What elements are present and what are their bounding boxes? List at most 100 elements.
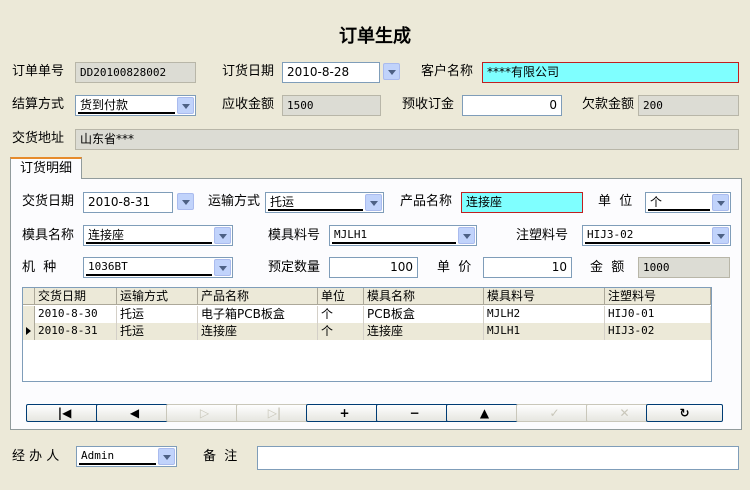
receivable-label: 应收金额 (222, 97, 275, 112)
unit-select[interactable]: 个 (645, 192, 731, 213)
order-date-label: 订货日期 (222, 64, 275, 79)
chevron-down-icon[interactable] (158, 448, 175, 465)
grid-header-indicator (23, 288, 35, 305)
column-header[interactable]: 产品名称 (198, 288, 318, 305)
customer-field[interactable]: ****有限公司 (482, 62, 739, 83)
amount-field: 1000 (638, 257, 730, 278)
mold-name-select[interactable]: 连接座 (83, 225, 233, 246)
cell[interactable]: 2010-8-31 (35, 323, 117, 340)
cell[interactable]: 托运 (117, 306, 198, 323)
injection-select[interactable]: HIJ3-02 (582, 225, 731, 246)
cell[interactable]: MJLH2 (484, 306, 605, 323)
mold-material-select[interactable]: MJLH1 (329, 225, 477, 246)
receivable-field: 1500 (282, 95, 381, 116)
chevron-down-icon[interactable] (214, 227, 231, 244)
unit-label: 单 位 (598, 194, 633, 209)
column-header[interactable]: 模具料号 (484, 288, 605, 305)
cell[interactable]: PCB板盒 (364, 306, 484, 323)
injection-label: 注塑料号 (516, 228, 569, 243)
machine-label: 机 种 (22, 260, 57, 275)
current-row-pointer-icon (26, 327, 31, 335)
chevron-down-icon[interactable] (365, 194, 382, 211)
product-field[interactable]: 连接座 (461, 192, 583, 213)
qty-field[interactable]: 100 (329, 257, 418, 278)
handler-select[interactable]: Admin (76, 446, 177, 467)
order-date-field[interactable]: 2010-8-28 (282, 62, 380, 83)
first-record-button[interactable]: |◀ (26, 404, 103, 422)
arrears-label: 欠款金额 (582, 97, 635, 112)
prior-record-button[interactable]: ◀ (96, 404, 173, 422)
delivery-date-field[interactable]: 2010-8-31 (83, 192, 173, 213)
edit-record-button[interactable]: ▲ (446, 404, 523, 422)
address-label: 交货地址 (12, 131, 65, 146)
mold-name-value: 连接座 (86, 227, 212, 244)
post-record-button[interactable]: ✓ (516, 404, 593, 422)
table-row[interactable]: 2010-8-30 托运 电子箱PCB板盒 个 PCB板盒 MJLH2 HIJ0… (23, 306, 711, 323)
cell[interactable]: 连接座 (364, 323, 484, 340)
cell[interactable]: 2010-8-30 (35, 306, 117, 323)
row-indicator (23, 306, 35, 323)
price-field[interactable]: 10 (483, 257, 572, 278)
product-label: 产品名称 (400, 194, 453, 209)
grid-header: 交货日期 运输方式 产品名称 单位 模具名称 模具料号 注塑料号 (23, 288, 711, 305)
last-record-button[interactable]: ▷| (236, 404, 313, 422)
cell[interactable]: MJLH1 (484, 323, 605, 340)
cell[interactable]: 电子箱PCB板盒 (198, 306, 318, 323)
table-row-selected[interactable]: 2010-8-31 托运 连接座 个 连接座 MJLH1 HIJ3-02 (23, 323, 711, 340)
handler-label: 经 办 人 (12, 449, 60, 464)
column-header[interactable]: 交货日期 (35, 288, 117, 305)
deposit-field[interactable]: 0 (462, 95, 562, 116)
tab-order-details[interactable]: 订货明细 (10, 157, 82, 179)
machine-select[interactable]: 1036BT (83, 257, 233, 278)
column-header[interactable]: 单位 (318, 288, 364, 305)
customer-label: 客户名称 (421, 64, 474, 79)
cell[interactable]: 托运 (117, 323, 198, 340)
settlement-select[interactable]: 货到付款 (75, 95, 196, 116)
transport-label: 运输方式 (208, 194, 261, 209)
mold-material-value: MJLH1 (332, 227, 456, 244)
chevron-down-icon[interactable] (214, 259, 231, 276)
chevron-down-icon[interactable] (458, 227, 475, 244)
qty-label: 预定数量 (268, 260, 321, 275)
transport-value: 托运 (268, 194, 363, 211)
transport-select[interactable]: 托运 (265, 192, 384, 213)
column-header[interactable]: 运输方式 (117, 288, 198, 305)
unit-value: 个 (648, 194, 710, 211)
remark-field[interactable] (257, 446, 739, 470)
cell[interactable]: HIJ0-01 (605, 306, 711, 323)
cell[interactable]: 连接座 (198, 323, 318, 340)
order-date-dropdown-icon[interactable] (383, 63, 400, 80)
chevron-down-icon[interactable] (712, 227, 729, 244)
next-record-button[interactable]: ▷ (166, 404, 243, 422)
delivery-date-label: 交货日期 (22, 194, 75, 209)
chevron-down-icon[interactable] (177, 97, 194, 114)
column-header[interactable]: 模具名称 (364, 288, 484, 305)
machine-value: 1036BT (86, 259, 212, 276)
delete-record-button[interactable]: − (376, 404, 453, 422)
deposit-label: 预收订金 (402, 97, 455, 112)
handler-value: Admin (79, 448, 156, 465)
refresh-button[interactable]: ↻ (646, 404, 723, 422)
injection-value: HIJ3-02 (585, 227, 710, 244)
order-no-label: 订单单号 (12, 64, 65, 79)
delivery-date-dropdown-icon[interactable] (177, 193, 194, 210)
cell[interactable]: HIJ3-02 (605, 323, 711, 340)
settlement-label: 结算方式 (12, 97, 65, 112)
order-detail-grid[interactable]: 交货日期 运输方式 产品名称 单位 模具名称 模具料号 注塑料号 2010-8-… (22, 287, 712, 382)
price-label: 单 价 (437, 260, 472, 275)
cell[interactable]: 个 (318, 306, 364, 323)
amount-label: 金 额 (590, 260, 625, 275)
insert-record-button[interactable]: + (306, 404, 383, 422)
mold-name-label: 模具名称 (22, 228, 75, 243)
column-header[interactable]: 注塑料号 (605, 288, 711, 305)
address-field: 山东省*** (75, 129, 739, 150)
arrears-field: 200 (638, 95, 739, 116)
settlement-value: 货到付款 (78, 97, 175, 114)
page-title: 订单生成 (339, 26, 411, 47)
order-no-field: DD20100828002 (75, 62, 196, 83)
cell[interactable]: 个 (318, 323, 364, 340)
mold-material-label: 模具料号 (268, 228, 321, 243)
chevron-down-icon[interactable] (712, 194, 729, 211)
remark-label: 备 注 (203, 449, 238, 464)
row-indicator (23, 323, 35, 340)
